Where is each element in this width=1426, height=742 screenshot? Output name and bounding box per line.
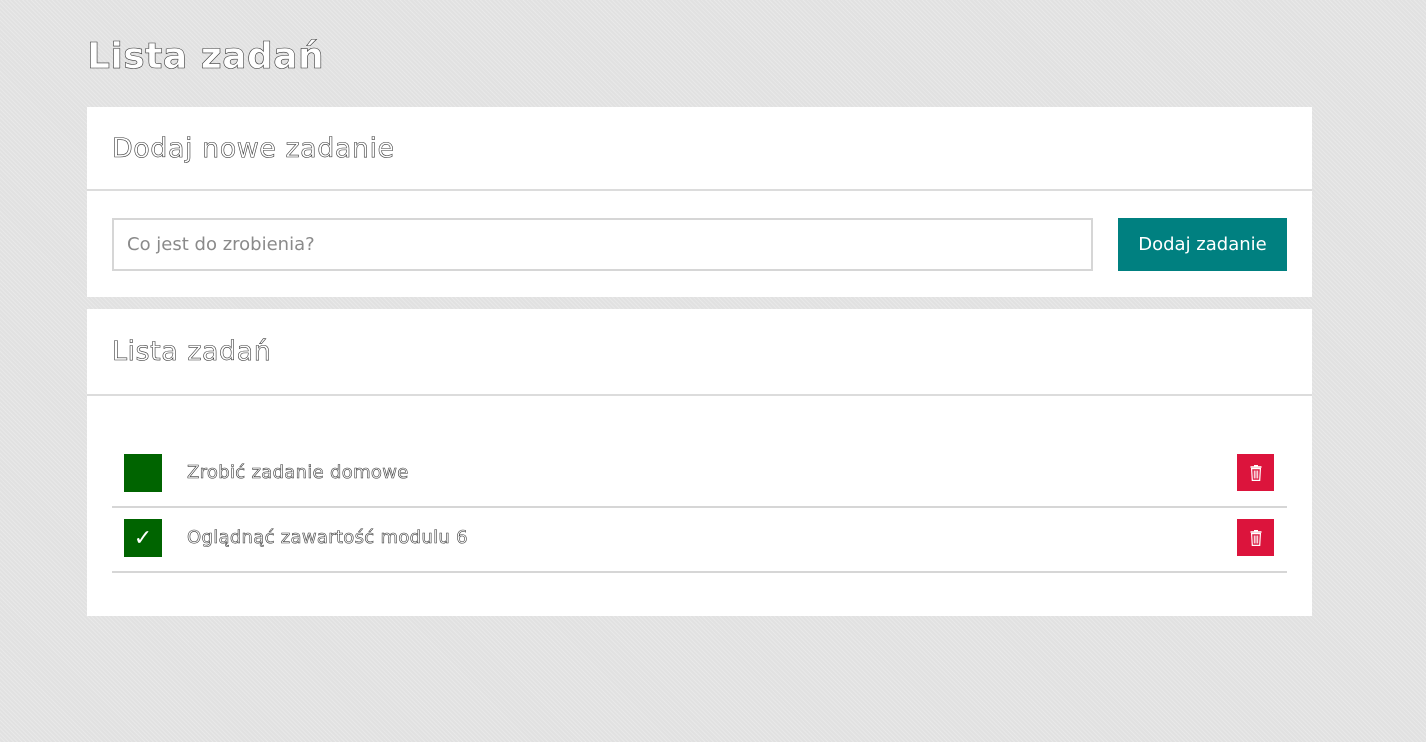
add-task-button[interactable]: Dodaj zadanie	[1118, 218, 1287, 271]
trash-icon	[1250, 464, 1262, 481]
delete-task-button[interactable]	[1237, 454, 1274, 491]
task-item: ✓ Oglądnąć zawartość modulu 6	[112, 509, 1287, 573]
task-checkbox[interactable]	[124, 454, 162, 492]
delete-task-button[interactable]	[1237, 519, 1274, 556]
trash-icon	[1250, 529, 1262, 546]
task-list-card: Lista zadań Zrobić zadanie domowe ✓ Oglą…	[87, 309, 1312, 616]
task-list: Zrobić zadanie domowe ✓ Oglądnąć zawarto…	[112, 444, 1287, 574]
task-list-card-title: Lista zadań	[112, 336, 272, 368]
new-task-input[interactable]	[112, 218, 1093, 271]
add-task-card-title: Dodaj nowe zadanie	[112, 132, 395, 164]
task-list-card-header: Lista zadań	[87, 309, 1312, 396]
task-text: Oglądnąć zawartość modulu 6	[187, 527, 468, 549]
add-task-card-header: Dodaj nowe zadanie	[87, 107, 1312, 191]
task-checkbox[interactable]: ✓	[124, 519, 162, 557]
page-title: Lista zadań	[87, 36, 325, 78]
add-task-form: Dodaj zadanie	[112, 218, 1287, 272]
add-task-card: Dodaj nowe zadanie Dodaj zadanie	[87, 107, 1312, 297]
task-text: Zrobić zadanie domowe	[187, 462, 409, 484]
task-item: Zrobić zadanie domowe	[112, 444, 1287, 508]
